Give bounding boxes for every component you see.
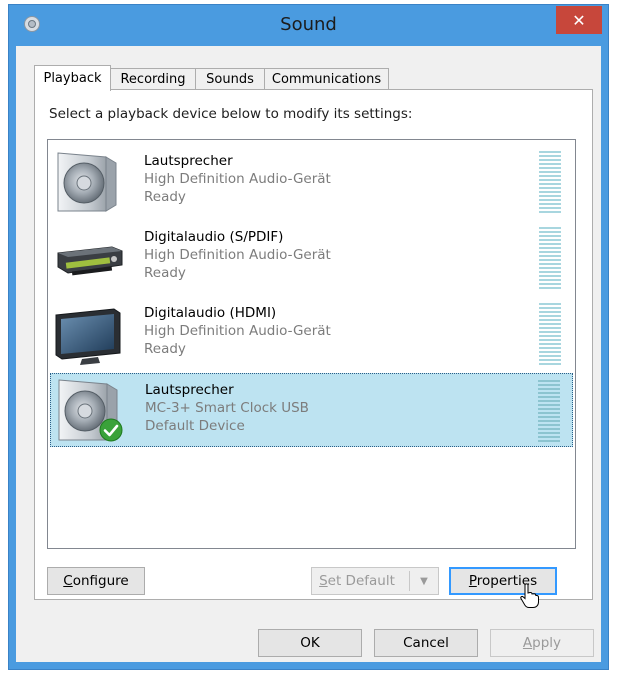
apply-label: pply [532, 635, 562, 651]
properties-mnemonic: P [468, 573, 477, 589]
title-bar[interactable]: Sound ✕ [9, 5, 608, 45]
ok-button[interactable]: OK [258, 629, 362, 657]
dialog-body: Playback Recording Sounds Communications… [16, 46, 601, 662]
properties-button[interactable]: Properties [449, 567, 557, 595]
configure-button[interactable]: Configure [47, 567, 145, 595]
tab-communications[interactable]: Communications [264, 68, 389, 90]
volume-level-meter [539, 151, 561, 213]
instruction-text: Select a playback device below to modify… [49, 106, 413, 122]
device-description: High Definition Audio-Gerät [144, 323, 331, 339]
close-icon: ✕ [572, 10, 586, 30]
device-item-lautsprecher-default[interactable]: Lautsprecher MC-3+ Smart Clock USB Defau… [50, 373, 573, 447]
device-description: MC-3+ Smart Clock USB [145, 400, 309, 416]
playback-device-list[interactable]: Lautsprecher High Definition Audio-Gerät… [47, 139, 576, 549]
tab-sounds[interactable]: Sounds [195, 68, 265, 90]
tab-recording[interactable]: Recording [110, 68, 196, 90]
mouse-pointer-icon [519, 583, 539, 613]
apply-button[interactable]: Apply [490, 629, 594, 657]
device-name: Digitalaudio (HDMI) [144, 305, 277, 321]
window-title: Sound [280, 14, 337, 35]
device-item-digitalaudio-hdmi[interactable]: Digitalaudio (HDMI) High Definition Audi… [50, 297, 573, 371]
device-item-digitalaudio-spdif[interactable]: Digitalaudio (S/PDIF) High Definition Au… [50, 221, 573, 295]
monitor-icon [54, 301, 124, 367]
device-item-lautsprecher[interactable]: Lautsprecher High Definition Audio-Gerät… [50, 145, 573, 219]
configure-label: onfigure [72, 573, 129, 589]
device-status: Ready [144, 265, 186, 281]
configure-mnemonic: C [63, 573, 73, 589]
speaker-icon [54, 149, 124, 215]
set-default-label: et Default [327, 573, 395, 589]
volume-level-meter [539, 227, 561, 289]
set-default-mnemonic: S [319, 573, 328, 589]
apply-mnemonic: A [522, 635, 533, 651]
playback-tab-page: Select a playback device below to modify… [34, 89, 593, 600]
tab-playback[interactable]: Playback [34, 65, 111, 91]
default-device-check-icon [99, 418, 123, 446]
set-default-button[interactable]: Set Default ▼ [311, 567, 439, 595]
device-status: Default Device [145, 418, 245, 434]
volume-level-meter [538, 380, 560, 442]
digital-audio-device-icon [54, 225, 124, 291]
close-button[interactable]: ✕ [556, 6, 602, 34]
device-description: High Definition Audio-Gerät [144, 247, 331, 263]
device-status: Ready [144, 341, 186, 357]
sound-dialog: Sound ✕ Playback Recording Sounds Commun… [8, 4, 609, 670]
device-description: High Definition Audio-Gerät [144, 171, 331, 187]
cancel-button[interactable]: Cancel [374, 629, 478, 657]
volume-level-meter [539, 303, 561, 365]
chevron-down-icon[interactable]: ▼ [409, 571, 438, 591]
device-name: Lautsprecher [145, 382, 234, 398]
device-name: Digitalaudio (S/PDIF) [144, 229, 284, 245]
device-name: Lautsprecher [144, 153, 233, 169]
device-status: Ready [144, 189, 186, 205]
